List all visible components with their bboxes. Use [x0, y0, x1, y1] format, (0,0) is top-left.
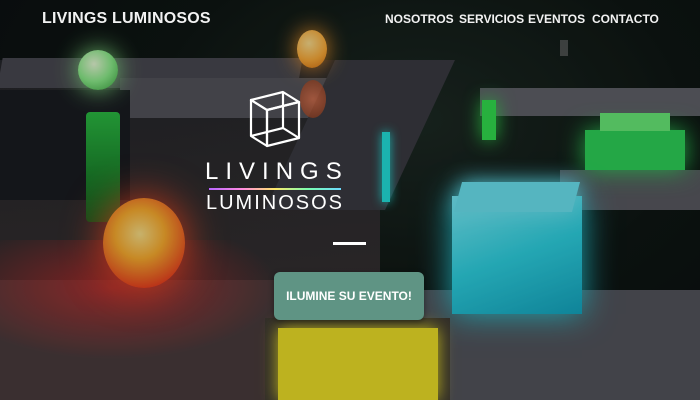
hero-logo: LIVINGS LUMINOSOS [205, 88, 345, 218]
hero-divider [333, 242, 366, 245]
nav-item-contacto[interactable]: CONTACTO [592, 12, 659, 26]
top-navbar: LIVINGS LUMINOSOS NOSOTROS SERVICIOS EVE… [0, 0, 700, 38]
nav-item-eventos[interactable]: EVENTOS [528, 12, 585, 26]
cta-button[interactable]: ILUMINE SU EVENTO! [274, 272, 424, 320]
logo-rainbow-rule [209, 188, 341, 190]
logo-title-line2: LUMINOSOS [205, 192, 345, 214]
hero-section: LIVINGS LUMINOSOS NOSOTROS SERVICIOS EVE… [0, 0, 700, 400]
cube-outline-icon [249, 90, 301, 148]
logo-title-line1: LIVINGS [205, 158, 349, 185]
background-overlay [0, 0, 700, 400]
nav-item-servicios[interactable]: SERVICIOS [459, 12, 524, 26]
brand-link[interactable]: LIVINGS LUMINOSOS [42, 10, 211, 28]
hero-background-image [0, 0, 700, 400]
nav-item-nosotros[interactable]: NOSOTROS [385, 12, 454, 26]
